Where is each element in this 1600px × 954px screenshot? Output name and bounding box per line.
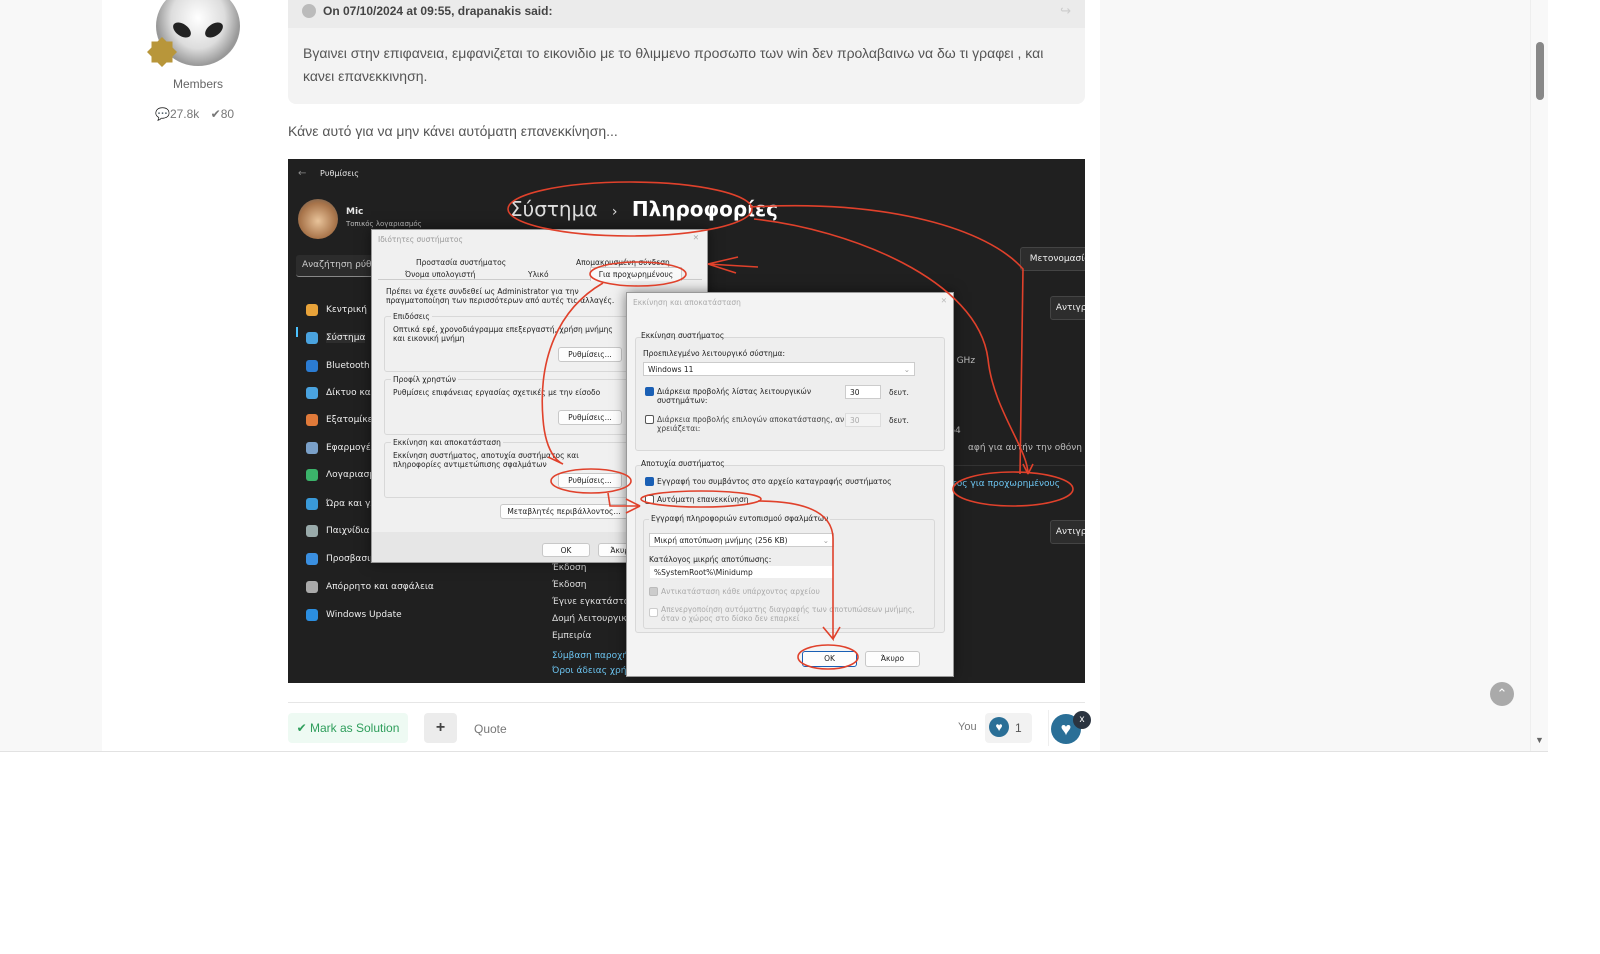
rank-badge-icon <box>147 37 177 67</box>
scrollbar[interactable]: ▼ <box>1530 0 1548 751</box>
author-group: Members <box>172 77 223 91</box>
remove-reaction-button[interactable]: x <box>1073 711 1091 729</box>
browser-viewport: Members 💬27.8k ✔80 On 07/10/2024 at 09:5… <box>0 0 1548 752</box>
reputation-count: 80 <box>220 107 235 121</box>
heart-icon: ♥ <box>989 717 1009 737</box>
comment-icon: 💬 <box>155 107 170 121</box>
post-count: 27.8k <box>169 107 200 121</box>
collapse-quote-icon[interactable] <box>302 4 316 18</box>
mark-as-solution-button[interactable]: ✔ Mark as Solution <box>288 713 408 743</box>
author-stats: 💬27.8k ✔80 <box>155 107 234 121</box>
share-icon[interactable]: ↪ <box>1060 3 1071 19</box>
multiquote-button[interactable]: + <box>424 713 457 743</box>
mark-solution-label: Mark as Solution <box>310 721 400 735</box>
reaction-you-label[interactable]: You <box>958 721 977 733</box>
quote-text: Βγαινει στην επιφανεια, εμφανιζεται το ε… <box>303 45 1044 84</box>
annotation-marks <box>507 181 1074 670</box>
quote-header: On 07/10/2024 at 09:55, drapanakis said:… <box>288 0 1085 28</box>
post-text: Κάνε αυτό για να μην κάνει αυτόματη επαν… <box>288 123 618 139</box>
reputation-icon: ✔ <box>210 107 221 121</box>
quote-citation[interactable]: On 07/10/2024 at 09:55, drapanakis said: <box>323 4 552 18</box>
reaction-count: 1 <box>1015 721 1022 735</box>
reaction-summary[interactable]: ♥ 1 <box>985 713 1032 743</box>
scroll-to-top-icon[interactable]: ⌃ <box>1490 682 1514 706</box>
post-image[interactable]: ← Ρυθμίσεις Mic Τοπικός λογαριασμός Σύστ… <box>288 159 1085 683</box>
quote-button[interactable]: Quote <box>474 722 507 736</box>
scroll-down-arrow-icon[interactable]: ▼ <box>1535 735 1544 745</box>
scrollbar-thumb[interactable] <box>1536 42 1544 100</box>
quote-body: Βγαινει στην επιφανεια, εμφανιζεται το ε… <box>288 28 1085 104</box>
